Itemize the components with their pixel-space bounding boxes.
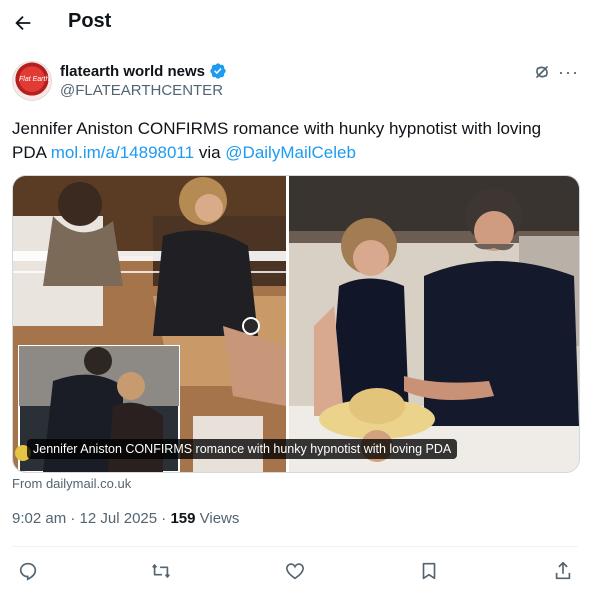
- photo-right: [289, 176, 579, 472]
- share-icon[interactable]: [552, 560, 574, 582]
- like-icon[interactable]: [284, 560, 306, 582]
- bookmark-icon[interactable]: [418, 560, 440, 582]
- photo-left: [13, 176, 286, 472]
- tweet-link[interactable]: mol.im/a/14898011: [51, 143, 194, 162]
- page-title: Post: [68, 10, 112, 32]
- repost-icon[interactable]: [150, 560, 172, 582]
- tweet-text: Jennifer Aniston CONFIRMS romance with h…: [12, 117, 572, 165]
- reply-icon[interactable]: [17, 560, 39, 582]
- post-header: Post: [0, 0, 592, 46]
- media-caption: Jennifer Aniston CONFIRMS romance with h…: [27, 439, 458, 459]
- views-count: 159: [170, 510, 196, 527]
- timestamp[interactable]: 9:02 am · 12 Jul 2025 ·: [12, 510, 170, 527]
- author-name-row[interactable]: flatearth world news: [60, 62, 227, 80]
- link-source[interactable]: From dailymail.co.uk: [12, 476, 131, 491]
- more-icon[interactable]: ···: [558, 63, 579, 81]
- views-label: Views: [195, 510, 240, 527]
- divider: [12, 546, 578, 547]
- author-display-name[interactable]: flatearth world news: [60, 63, 205, 80]
- tweet-via: via: [194, 143, 226, 162]
- author-handle[interactable]: @FLATEARTHCENTER: [60, 82, 223, 99]
- tweet-mention[interactable]: @DailyMailCeleb: [225, 143, 356, 162]
- avatar[interactable]: Flat Earth: [12, 61, 52, 101]
- verified-badge-icon: [210, 63, 226, 79]
- action-bar: [0, 556, 592, 586]
- media-card[interactable]: Jennifer Aniston CONFIRMS romance with h…: [12, 175, 580, 473]
- grok-icon[interactable]: [532, 62, 552, 82]
- arrow-left-icon[interactable]: [12, 12, 34, 34]
- post-meta: 9:02 am · 12 Jul 2025 · 159 Views: [12, 510, 239, 527]
